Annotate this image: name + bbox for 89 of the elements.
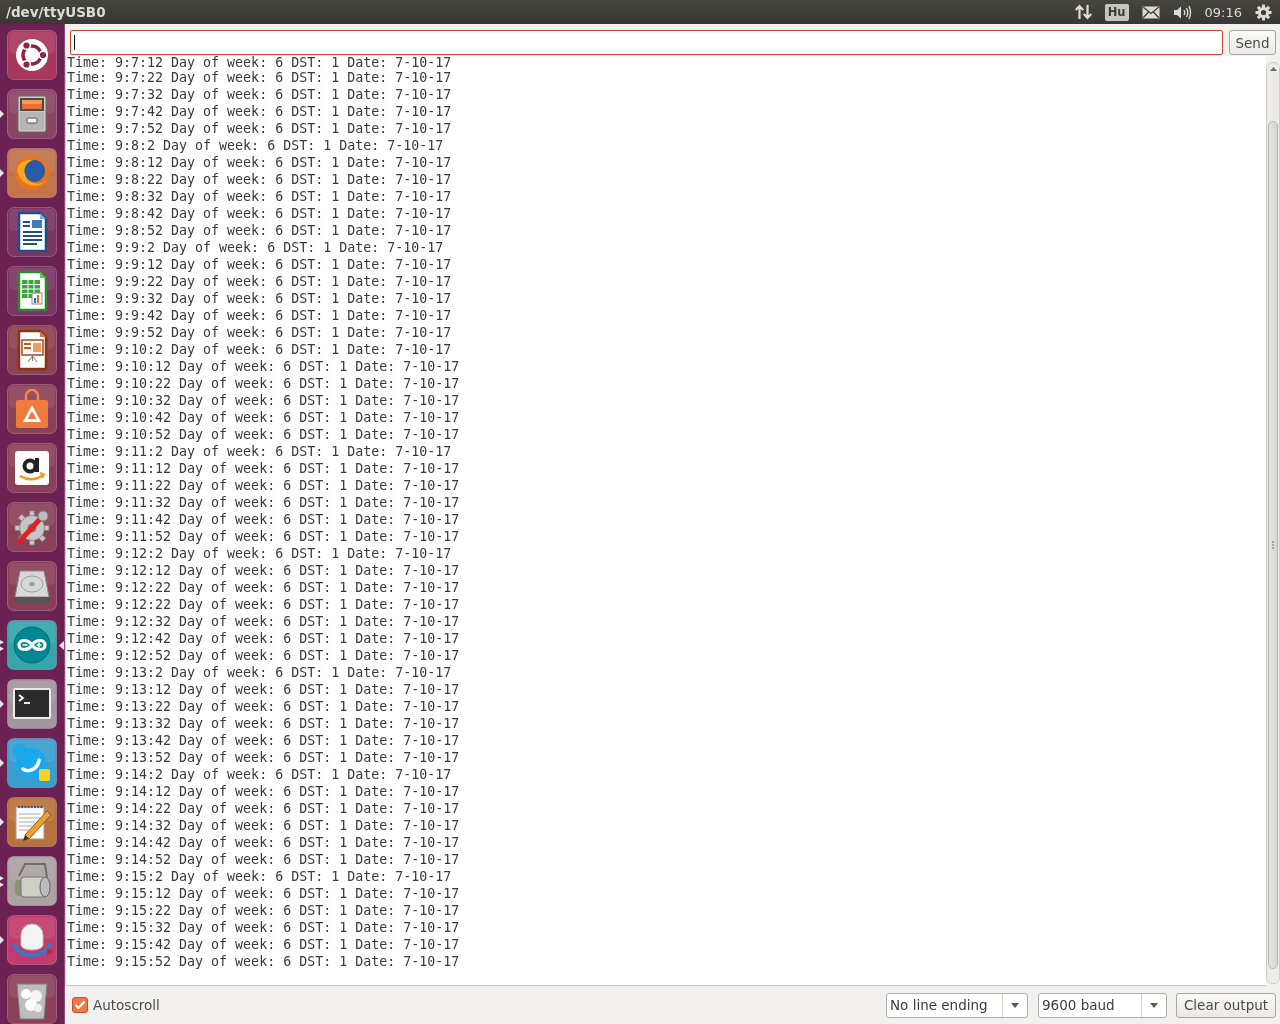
gear-icon[interactable] <box>1255 3 1272 21</box>
output-line: Time: 9:14:22 Day of week: 6 DST: 1 Date: 7-10-17 <box>67 800 461 817</box>
output-line: Time: 9:11:12 Day of week: 6 DST: 1 Date: 7-10-17 <box>67 460 461 477</box>
output-line: Time: 9:12:22 Day of week: 6 DST: 1 Date: 7-10-17 <box>67 579 461 596</box>
message-input[interactable] <box>70 30 1223 55</box>
terminal-icon[interactable] <box>7 679 57 729</box>
line-ending-dropdown[interactable]: No line ending <box>886 992 1028 1018</box>
output-line: Time: 9:9:32 Day of week: 6 DST: 1 Date: 7-10-17 <box>67 290 453 307</box>
output-line: Time: 9:8:22 Day of week: 6 DST: 1 Date: 7-10-17 <box>67 171 453 188</box>
roller-icon[interactable] <box>7 856 57 906</box>
output-line: Time: 9:10:42 Day of week: 6 DST: 1 Date: 7-10-17 <box>67 409 461 426</box>
output-line: Time: 9:9:22 Day of week: 6 DST: 1 Date: 7-10-17 <box>67 273 453 290</box>
trash-icon[interactable] <box>7 974 57 1024</box>
autoscroll-label: Autoscroll <box>93 997 160 1013</box>
up-down-arrows-icon[interactable] <box>1074 4 1092 20</box>
output-line: Time: 9:14:42 Day of week: 6 DST: 1 Date: 7-10-17 <box>67 834 461 851</box>
output-line: Time: 9:10:22 Day of week: 6 DST: 1 Date: 7-10-17 <box>67 375 461 392</box>
spreadsheet-icon[interactable] <box>7 266 57 316</box>
output-line: Time: 9:9:12 Day of week: 6 DST: 1 Date: 7-10-17 <box>67 256 453 273</box>
output-line: Time: 9:14:32 Day of week: 6 DST: 1 Date: 7-10-17 <box>67 817 461 834</box>
output-line: Time: 9:9:2 Day of week: 6 DST: 1 Date: 7-10-17 <box>67 239 445 256</box>
output-line: Time: 9:15:22 Day of week: 6 DST: 1 Date: 7-10-17 <box>67 902 461 919</box>
output-line: Time: 9:13:22 Day of week: 6 DST: 1 Date: 7-10-17 <box>67 698 461 715</box>
output-line: Time: 9:15:52 Day of week: 6 DST: 1 Date: 7-10-17 <box>67 953 461 970</box>
output-line: Time: 9:9:52 Day of week: 6 DST: 1 Date: 7-10-17 <box>67 324 453 341</box>
output-line: Time: 9:12:12 Day of week: 6 DST: 1 Date: 7-10-17 <box>67 562 461 579</box>
output-line: Time: 9:10:52 Day of week: 6 DST: 1 Date: 7-10-17 <box>67 426 461 443</box>
clock[interactable]: 09:16 <box>1204 4 1242 20</box>
output-line: Time: 9:12:2 Day of week: 6 DST: 1 Date: 7-10-17 <box>67 545 453 562</box>
send-button[interactable]: Send <box>1229 30 1276 55</box>
keyboard-layout-indicator[interactable]: Hu <box>1104 3 1129 21</box>
output-line: Time: 9:13:42 Day of week: 6 DST: 1 Date: 7-10-17 <box>67 732 461 749</box>
output-line: Time: 9:11:2 Day of week: 6 DST: 1 Date: 7-10-17 <box>67 443 453 460</box>
output-line: Time: 9:7:22 Day of week: 6 DST: 1 Date: 7-10-17 <box>67 70 453 86</box>
globe-icon[interactable] <box>7 148 57 198</box>
output-line: Time: 9:8:2 Day of week: 6 DST: 1 Date: 7-10-17 <box>67 137 445 154</box>
logo-icon[interactable] <box>7 30 57 80</box>
output-line: Time: 9:12:42 Day of week: 6 DST: 1 Date: 7-10-17 <box>67 630 461 647</box>
output-line: Time: 9:8:52 Day of week: 6 DST: 1 Date: 7-10-17 <box>67 222 453 239</box>
output-line: Time: 9:12:22 Day of week: 6 DST: 1 Date: 7-10-17 <box>67 596 461 613</box>
baud-rate-dropdown[interactable]: 9600 baud <box>1038 992 1167 1018</box>
output-line: Time: 9:9:42 Day of week: 6 DST: 1 Date: 7-10-17 <box>67 307 453 324</box>
output-line: Time: 9:12:32 Day of week: 6 DST: 1 Date: 7-10-17 <box>67 613 461 630</box>
cloud-badge-icon[interactable] <box>7 738 57 788</box>
clear-output-button[interactable]: Clear output <box>1176 992 1276 1018</box>
gear-wrench-icon[interactable] <box>7 502 57 552</box>
output-line: Time: 9:13:52 Day of week: 6 DST: 1 Date: 7-10-17 <box>67 749 461 766</box>
output-line: Time: 9:7:12 Day of week: 6 DST: 1 Date: 7-10-17 <box>67 56 453 69</box>
output-line: Time: 9:10:2 Day of week: 6 DST: 1 Date: 7-10-17 <box>67 341 453 358</box>
output-line: Time: 9:10:12 Day of week: 6 DST: 1 Date: 7-10-17 <box>67 358 461 375</box>
scroll-up-icon[interactable] <box>1269 67 1277 71</box>
output-line: Time: 9:7:32 Day of week: 6 DST: 1 Date: 7-10-17 <box>67 86 453 103</box>
output-line: Time: 9:10:32 Day of week: 6 DST: 1 Date: 7-10-17 <box>67 392 461 409</box>
output-line: Time: 9:13:2 Day of week: 6 DST: 1 Date: 7-10-17 <box>67 664 453 681</box>
output-line: Time: 9:15:2 Day of week: 6 DST: 1 Date: 7-10-17 <box>67 868 453 885</box>
window-title: /dev/ttyUSB0 <box>6 4 106 20</box>
output-line: Time: 9:15:42 Day of week: 6 DST: 1 Date: 7-10-17 <box>67 936 461 953</box>
caret-icon <box>1150 1002 1158 1008</box>
notepad-pencil-icon[interactable] <box>7 797 57 847</box>
output-line: Time: 9:7:42 Day of week: 6 DST: 1 Date: 7-10-17 <box>67 103 453 120</box>
scrollbar-track[interactable] <box>1266 62 1280 984</box>
dome-icon[interactable] <box>7 915 57 965</box>
autoscroll-checkbox[interactable] <box>72 997 88 1013</box>
output-line: Time: 9:14:2 Day of week: 6 DST: 1 Date: 7-10-17 <box>67 766 453 783</box>
output-line: Time: 9:8:12 Day of week: 6 DST: 1 Date: 7-10-17 <box>67 154 453 171</box>
shopping-bag-icon[interactable] <box>7 384 57 434</box>
output-line: Time: 9:11:52 Day of week: 6 DST: 1 Date: 7-10-17 <box>67 528 461 545</box>
infinity-icon[interactable] <box>7 620 57 670</box>
output-line: Time: 9:8:42 Day of week: 6 DST: 1 Date: 7-10-17 <box>67 205 453 222</box>
output-line: Time: 9:14:12 Day of week: 6 DST: 1 Date: 7-10-17 <box>67 783 461 800</box>
output-line: Time: 9:13:32 Day of week: 6 DST: 1 Date: 7-10-17 <box>67 715 461 732</box>
output-line: Time: 9:12:52 Day of week: 6 DST: 1 Date: 7-10-17 <box>67 647 461 664</box>
output-line: Time: 9:15:12 Day of week: 6 DST: 1 Date: 7-10-17 <box>67 885 461 902</box>
document-icon[interactable] <box>7 207 57 257</box>
output-line: Time: 9:11:42 Day of week: 6 DST: 1 Date: 7-10-17 <box>67 511 461 528</box>
envelope-icon[interactable] <box>1141 5 1160 19</box>
output-line: Time: 9:8:32 Day of week: 6 DST: 1 Date: 7-10-17 <box>67 188 453 205</box>
text-cursor-icon <box>74 35 75 50</box>
scrollbar-thumb[interactable] <box>1268 121 1278 969</box>
output-line: Time: 9:15:32 Day of week: 6 DST: 1 Date: 7-10-17 <box>67 919 461 936</box>
output-line: Time: 9:14:52 Day of week: 6 DST: 1 Date: 7-10-17 <box>67 851 461 868</box>
filing-cabinet-icon[interactable] <box>7 89 57 139</box>
output-line: Time: 9:13:12 Day of week: 6 DST: 1 Date: 7-10-17 <box>67 681 461 698</box>
caret-icon <box>1011 1002 1019 1008</box>
output-line: Time: 9:11:32 Day of week: 6 DST: 1 Date: 7-10-17 <box>67 494 461 511</box>
output-line: Time: 9:11:22 Day of week: 6 DST: 1 Date: 7-10-17 <box>67 477 461 494</box>
output-line: Time: 9:7:52 Day of week: 6 DST: 1 Date: 7-10-17 <box>67 120 453 137</box>
speaker-icon[interactable] <box>1172 4 1192 20</box>
presentation-icon[interactable] <box>7 325 57 375</box>
